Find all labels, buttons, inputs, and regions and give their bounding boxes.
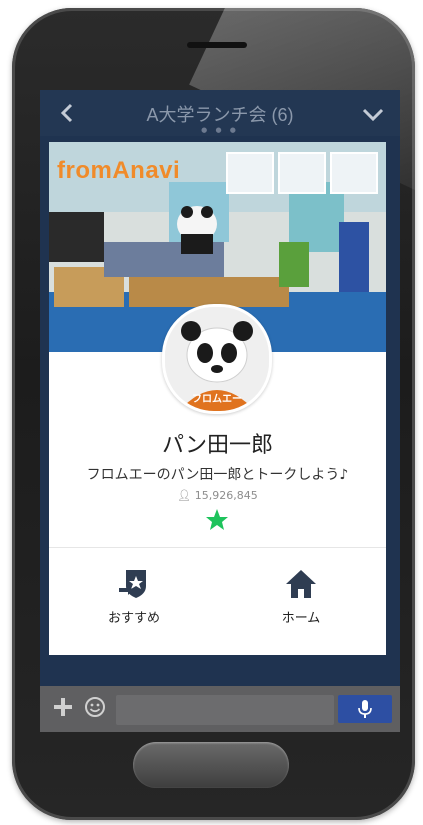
person-icon: 👤︎ <box>177 489 192 502</box>
home-label: ホーム <box>281 611 321 626</box>
plus-icon[interactable] <box>52 696 74 718</box>
message-input[interactable] <box>116 695 334 725</box>
phone-home-button[interactable] <box>133 742 289 788</box>
divider <box>49 547 386 548</box>
chat-header: A大学ランチ会 (6) ● ● ● <box>40 90 400 136</box>
chat-background <box>40 655 400 686</box>
favorite-star-icon[interactable] <box>205 508 229 532</box>
emoji-icon[interactable] <box>84 696 106 718</box>
microphone-icon <box>358 700 372 718</box>
voice-button[interactable] <box>338 695 392 723</box>
home-tab-button[interactable]: ホーム <box>246 567 356 626</box>
recommend-icon <box>119 570 146 598</box>
app-screen: A大学ランチ会 (6) ● ● ● fromAnavi フロムエー パン田一郎 … <box>40 90 400 732</box>
avatar-badge: フロムエー <box>192 393 242 405</box>
status-message: フロムエーのパン田一郎とトークしよう♪ <box>86 467 349 483</box>
cover-thumbnail <box>330 152 378 194</box>
cover-thumbnail <box>278 152 326 194</box>
friend-count: 👤︎ 15,926,845 <box>49 489 386 502</box>
chat-room-title: A大学ランチ会 (6) <box>146 105 294 125</box>
recommend-button[interactable]: おすすめ <box>79 567 189 626</box>
message-input-bar <box>40 686 400 732</box>
cover-thumbnails <box>222 152 378 198</box>
fromanavi-logo: fromAnavi <box>57 157 181 184</box>
panda-avatar-icon: フロムエー <box>165 307 269 411</box>
phone-speaker <box>187 42 247 48</box>
avatar[interactable]: フロムエー <box>162 304 272 414</box>
chevron-down-icon[interactable] <box>362 108 384 122</box>
cover-thumbnail <box>226 152 274 194</box>
phone-frame: A大学ランチ会 (6) ● ● ● fromAnavi フロムエー パン田一郎 … <box>12 8 415 820</box>
home-icon <box>286 570 316 598</box>
profile-card: fromAnavi フロムエー パン田一郎 フロムエーのパン田一郎とトークしよう… <box>49 142 386 655</box>
profile-name: パン田一郎 <box>161 433 274 458</box>
friend-count-value: 15,926,845 <box>194 489 258 502</box>
page-indicator: ● ● ● <box>201 126 239 134</box>
recommend-label: おすすめ <box>107 611 160 626</box>
